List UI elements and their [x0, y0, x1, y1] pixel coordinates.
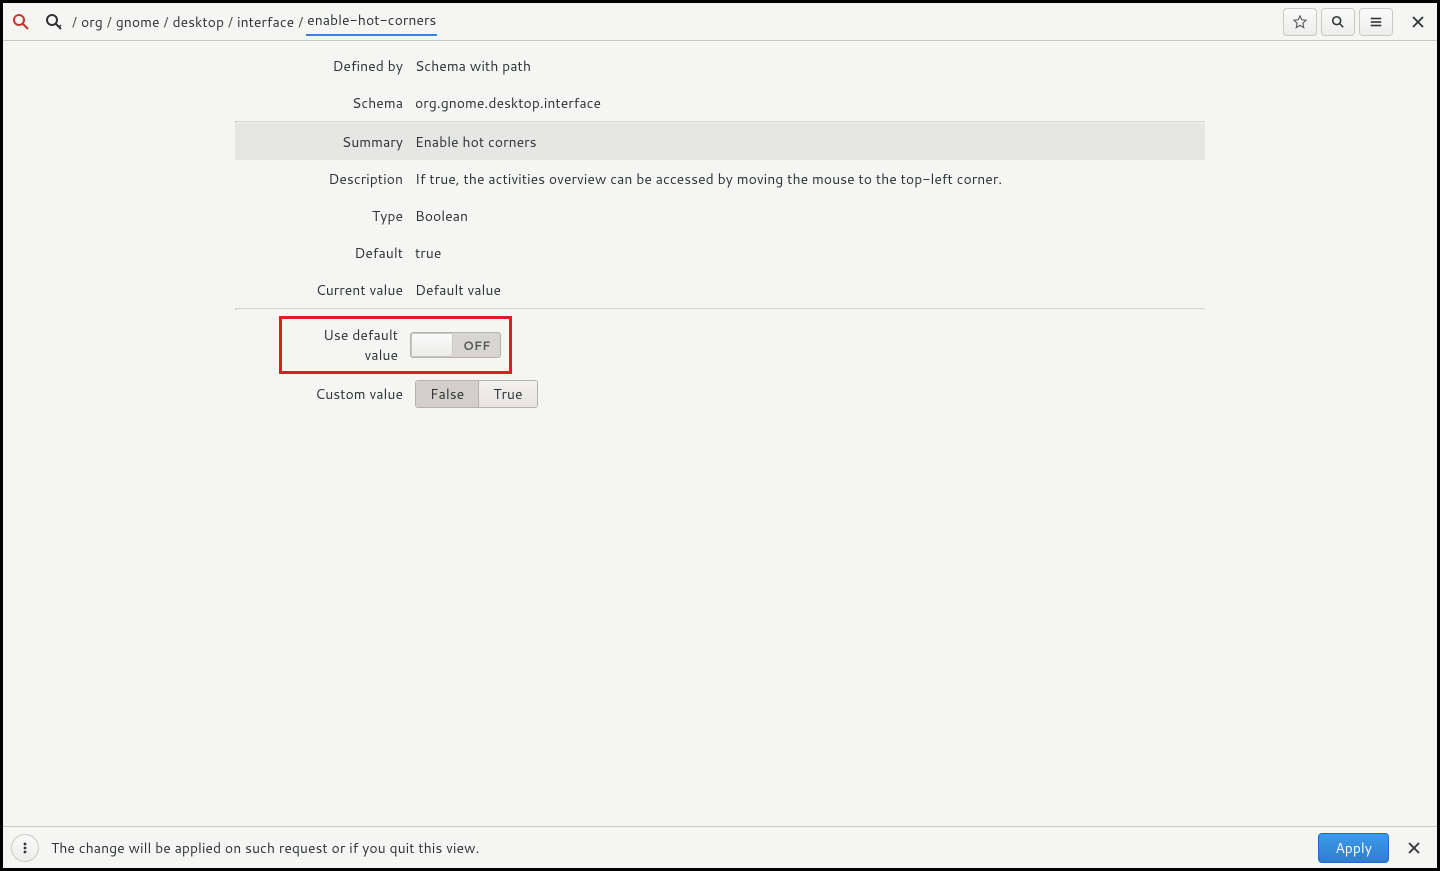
label-description: Description	[235, 169, 415, 189]
label-type: Type	[235, 206, 415, 226]
row-default: Default true	[235, 234, 1205, 271]
row-schema: Schema org.gnome.desktop.interface	[235, 84, 1205, 121]
label-summary: Summary	[235, 132, 415, 152]
star-icon	[1293, 15, 1307, 29]
label-use-default: Use default value	[290, 325, 410, 365]
row-custom-value: Custom value False True	[235, 374, 1205, 414]
apply-button[interactable]: Apply	[1318, 833, 1389, 863]
use-default-toggle[interactable]: OFF	[410, 332, 501, 358]
breadcrumb-sep: /	[107, 12, 112, 32]
label-current-value: Current value	[235, 280, 415, 300]
breadcrumb-seg-enable-hot-corners[interactable]: enable-hot-corners	[306, 8, 437, 36]
value-custom-value: False True	[415, 380, 1205, 408]
breadcrumb-container: / org / gnome / desktop / interface / en…	[37, 8, 1283, 36]
content-area: Defined by Schema with path Schema org.g…	[3, 41, 1437, 414]
value-type: Boolean	[415, 206, 1205, 226]
footer-message: The change will be applied on such reque…	[51, 838, 1318, 858]
value-current-value: Default value	[415, 280, 1205, 300]
footer-dismiss-button[interactable]	[1399, 833, 1429, 863]
close-icon	[1408, 842, 1420, 854]
close-icon	[1412, 16, 1424, 28]
custom-value-false-button[interactable]: False	[416, 381, 478, 407]
breadcrumb-sep: /	[72, 12, 77, 32]
toggle-state: OFF	[453, 337, 500, 354]
value-schema: org.gnome.desktop.interface	[415, 93, 1205, 113]
value-description: If true, the activities overview can be …	[415, 169, 1205, 189]
custom-value-group: False True	[415, 380, 538, 408]
value-summary: Enable hot corners	[415, 132, 1205, 152]
row-type: Type Boolean	[235, 197, 1205, 234]
value-default: true	[415, 243, 1205, 263]
window-close-button[interactable]	[1403, 7, 1433, 37]
footer-more-button[interactable]	[11, 834, 39, 862]
header-right	[1283, 7, 1433, 37]
label-default: Default	[235, 243, 415, 263]
breadcrumb-seg-gnome[interactable]: gnome	[115, 10, 161, 34]
breadcrumb-seg-desktop[interactable]: desktop	[171, 10, 225, 34]
row-summary: Summary Enable hot corners	[235, 123, 1205, 160]
label-defined-by: Defined by	[235, 56, 415, 76]
details-wrapper: Defined by Schema with path Schema org.g…	[235, 47, 1205, 414]
app-icon	[11, 12, 31, 32]
label-schema: Schema	[235, 93, 415, 113]
row-use-default: Use default value OFF	[235, 310, 1205, 376]
custom-value-true-button[interactable]: True	[478, 381, 536, 407]
header-bar: / org / gnome / desktop / interface / en…	[3, 3, 1437, 41]
breadcrumb-seg-org[interactable]: org	[80, 10, 104, 34]
value-defined-by: Schema with path	[415, 56, 1205, 76]
hamburger-icon	[1369, 15, 1383, 29]
breadcrumb-seg-interface[interactable]: interface	[236, 10, 295, 34]
label-custom-value: Custom value	[235, 384, 415, 404]
more-vertical-icon	[18, 841, 32, 855]
breadcrumb-sep: /	[298, 12, 303, 32]
breadcrumb-sep: /	[228, 12, 233, 32]
row-defined-by: Defined by Schema with path	[235, 47, 1205, 84]
breadcrumb-sep: /	[163, 12, 168, 32]
footer-bar: The change will be applied on such reque…	[3, 826, 1437, 868]
menu-button[interactable]	[1359, 8, 1393, 36]
search-button[interactable]	[1321, 8, 1355, 36]
row-current-value: Current value Default value	[235, 271, 1205, 308]
search-path-icon[interactable]	[45, 13, 63, 31]
toggle-knob	[411, 333, 453, 357]
bookmark-button[interactable]	[1283, 8, 1317, 36]
row-description: Description If true, the activities over…	[235, 160, 1205, 197]
highlight-box: Use default value OFF	[279, 316, 512, 374]
breadcrumb: / org / gnome / desktop / interface / en…	[69, 8, 437, 36]
search-icon	[1331, 15, 1345, 29]
